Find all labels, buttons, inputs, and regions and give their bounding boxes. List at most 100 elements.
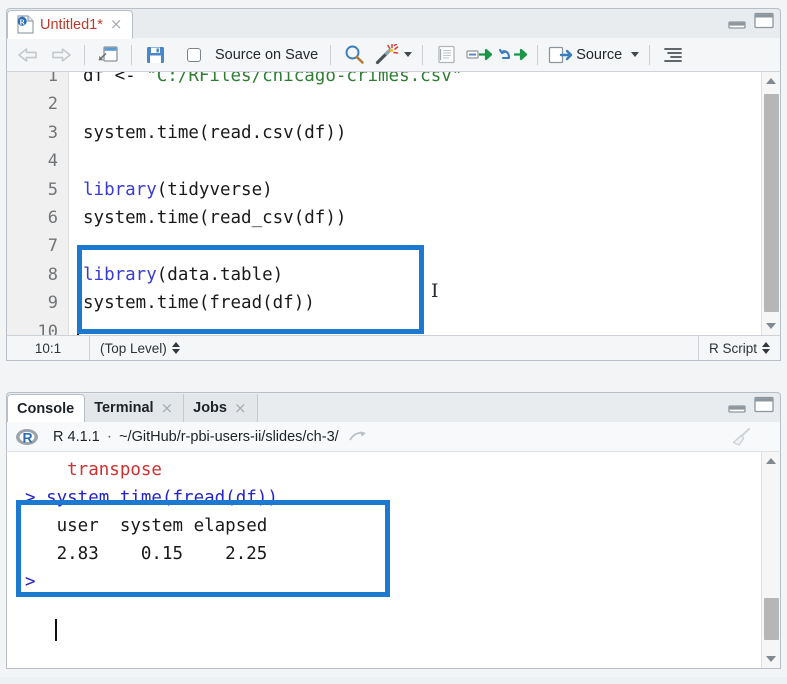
maximize-icon[interactable]	[754, 12, 774, 34]
header-separator: ·	[106, 427, 113, 445]
console-tab-console[interactable]: Console	[7, 394, 86, 423]
chevron-down-icon[interactable]	[404, 52, 413, 57]
editor-code-line[interactable]: system.time(read_csv(df))	[69, 204, 760, 232]
find-replace-icon[interactable]	[339, 42, 369, 68]
editor-line-number: 6	[47, 207, 58, 228]
forward-arrow-icon[interactable]	[46, 42, 76, 68]
console-tab-label: Jobs	[193, 400, 227, 416]
rstudio-ide-window: R Untitled1* × Source on Save Source 1 2…	[0, 0, 787, 684]
text-cursor	[77, 312, 79, 335]
console-panel: Console Terminal × Jobs × R R 4.1.1 · ~/…	[6, 392, 781, 677]
source-on-save-label: Source on Save	[215, 46, 319, 63]
show-in-new-window-icon[interactable]	[93, 42, 123, 68]
editor-line-number-gutter: 1 2 3 4 5 6 7 8 9 10	[7, 72, 69, 335]
run-icon[interactable]	[464, 42, 494, 68]
minimize-icon[interactable]	[728, 15, 746, 34]
editor-code-line[interactable]	[69, 232, 760, 260]
console-line: transpose	[25, 460, 162, 480]
toolbar-divider	[84, 44, 85, 65]
source-button[interactable]: Source	[546, 42, 641, 68]
file-type-selector[interactable]: R Script	[699, 336, 780, 360]
editor-line-number: 5	[47, 179, 58, 200]
back-arrow-icon[interactable]	[13, 42, 43, 68]
source-status-bar: 10:1 (Top Level) R Script	[6, 335, 781, 361]
up-down-spinner-icon[interactable]	[171, 342, 180, 354]
console-line: >	[25, 572, 47, 592]
code-tools-magic-wand-icon[interactable]	[372, 42, 414, 68]
broom-icon[interactable]	[730, 427, 752, 452]
editor-code-line[interactable]	[69, 318, 760, 335]
source-tabbar: R Untitled1* ×	[6, 8, 781, 39]
code-token: library	[83, 179, 157, 200]
editor-scrollbar-thumb[interactable]	[764, 94, 779, 312]
editor-line-number: 9	[47, 293, 58, 314]
r-script-file-icon: R	[17, 15, 34, 34]
chevron-down-icon[interactable]	[631, 52, 640, 57]
console-line: 2.83 0.15 2.25	[25, 544, 278, 564]
editor-line-number: 1	[47, 72, 58, 86]
cursor-position: 10:1	[7, 336, 89, 360]
close-icon[interactable]: ×	[234, 400, 247, 416]
up-down-spinner-icon[interactable]	[762, 342, 770, 354]
console-tabbar: Console Terminal × Jobs ×	[6, 392, 781, 423]
code-token: system.time(read.csv(df))	[83, 122, 347, 143]
editor-code-line[interactable]: system.time(read.csv(df))	[69, 119, 760, 147]
toolbar-divider	[131, 44, 132, 65]
mouse-ibeam-pointer: I	[431, 280, 439, 302]
scroll-down-arrow-icon[interactable]	[762, 650, 780, 668]
window-bottom-edge	[0, 677, 787, 684]
editor-code-line[interactable]	[69, 147, 760, 175]
source-editor-panel: R Untitled1* × Source on Save Source 1 2…	[6, 8, 781, 382]
rerun-icon[interactable]	[497, 42, 529, 68]
editor-code-line[interactable]: system.time(fread(df))	[69, 289, 760, 317]
save-icon[interactable]	[140, 42, 170, 68]
scroll-up-arrow-icon[interactable]	[762, 452, 780, 470]
document-outline-icon[interactable]	[658, 42, 688, 68]
toolbar-divider	[537, 44, 539, 65]
editor-line-number: 8	[47, 264, 58, 285]
arrow-right-icon[interactable]	[348, 429, 368, 444]
toolbar-divider	[649, 44, 651, 65]
console-tab-label: Terminal	[94, 400, 154, 416]
editor-code-line[interactable]: library(tidyverse)	[69, 176, 760, 204]
compile-report-icon[interactable]	[431, 42, 461, 68]
code-token: library	[83, 264, 157, 285]
scroll-down-arrow-icon[interactable]	[762, 317, 780, 335]
editor-code-line[interactable]	[69, 90, 760, 118]
source-tab-untitled1[interactable]: R Untitled1* ×	[7, 10, 134, 39]
editor-code-line[interactable]: library(data.table)	[69, 261, 760, 289]
maximize-icon[interactable]	[754, 396, 774, 418]
source-tab-title: Untitled1*	[40, 16, 103, 33]
console-tab-jobs[interactable]: Jobs ×	[184, 394, 258, 422]
source-on-save-checkbox[interactable]	[179, 42, 209, 68]
editor-code-area[interactable]: df <- "C:/RFiles/chicago-crimes.csv" syst…	[69, 72, 760, 335]
source-code-editor[interactable]: 1 2 3 4 5 6 7 8 9 10 df <- "C:/RFiles/chicago-cri…	[6, 72, 781, 335]
editor-line-number: 2	[47, 94, 58, 115]
code-token: system.time(read_csv(df))	[83, 207, 347, 228]
minimize-icon[interactable]	[728, 399, 746, 418]
editor-line-number: 7	[47, 236, 58, 257]
code-token: df <-	[83, 72, 147, 86]
r-version-label: R 4.1.1	[53, 428, 100, 445]
editor-vertical-scrollbar[interactable]	[761, 72, 780, 335]
close-icon[interactable]: ×	[110, 17, 123, 32]
console-scrollbar-thumb[interactable]	[764, 598, 779, 640]
svg-text:R: R	[20, 17, 26, 26]
close-icon[interactable]: ×	[161, 400, 174, 416]
console-output-area[interactable]: transpose > system.time(fread(df)) user s…	[6, 452, 781, 669]
console-window-controls	[728, 396, 774, 418]
working-directory-label: ~/GitHub/r-pbi-users-ii/slides/ch-3/	[119, 428, 339, 445]
console-tab-label: Console	[17, 400, 75, 417]
scroll-up-arrow-icon[interactable]	[762, 72, 780, 90]
code-scope-label: (Top Level)	[100, 340, 167, 356]
editor-line-number: 3	[47, 122, 58, 143]
console-vertical-scrollbar[interactable]	[761, 452, 780, 668]
code-scope-selector[interactable]: (Top Level)	[90, 336, 190, 360]
console-line: user system elapsed	[25, 516, 278, 536]
cursor-position-label: 10:1	[34, 340, 62, 356]
code-token: (data.table)	[156, 264, 284, 285]
code-token: system.time(fread(df))	[83, 293, 315, 314]
console-tab-terminal[interactable]: Terminal ×	[85, 394, 185, 422]
svg-text:R: R	[23, 429, 33, 445]
editor-code-line[interactable]: df <- "C:/RFiles/chicago-crimes.csv"	[69, 72, 760, 90]
